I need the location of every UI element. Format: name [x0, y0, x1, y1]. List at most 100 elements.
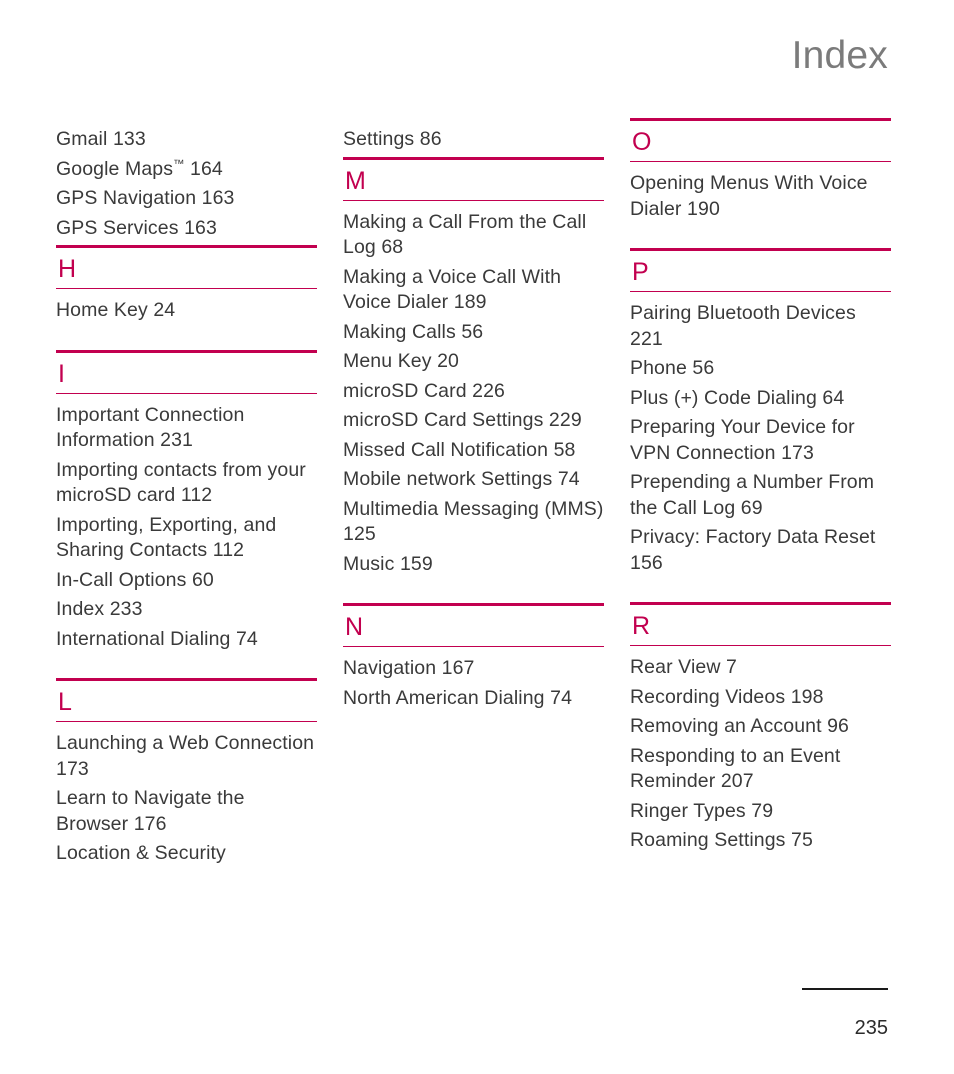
index-entry-text: Pairing Bluetooth Devices 221: [630, 302, 856, 350]
index-entry[interactable]: Mobile network Settings 74: [343, 467, 604, 493]
index-entry[interactable]: Opening Menus With Voice Dialer 190: [630, 171, 891, 222]
index-entry[interactable]: Preparing Your Device for VPN Connection…: [630, 415, 891, 466]
page-number: 235: [854, 1017, 888, 1039]
index-entry-list: Important Connection Information 231 Impo…: [56, 394, 317, 653]
index-entry-text: GPS Services 163: [56, 216, 217, 239]
index-entry-text: Navigation 167: [343, 657, 475, 679]
index-entry-text: Launching a Web Connection 173: [56, 732, 315, 780]
index-entry[interactable]: North American Dialing 74: [343, 686, 604, 712]
index-entry-text: Recording Videos 198: [630, 685, 824, 708]
index-entry[interactable]: Ringer Types 79: [630, 799, 891, 825]
index-entry-list: Launching a Web Connection 173 Learn to N…: [56, 722, 317, 867]
index-entry-text: Ringer Types 79: [630, 799, 774, 822]
index-entry-text: Importing, Exporting, and Sharing Contac…: [56, 513, 277, 562]
index-entry[interactable]: GPS Services 163: [56, 216, 317, 242]
letter-section-O: O Opening Menus With Voice Dialer 190: [630, 118, 891, 222]
index-entry-text: Making a Call From the Call Log 68: [343, 210, 587, 259]
index-entry-text: Responding to an Event Reminder 207: [630, 744, 841, 793]
index-entry-text: Google Maps: [56, 157, 174, 180]
index-entry-text: In-Call Options 60: [56, 568, 214, 591]
letter-section-L: L Launching a Web Connection 173 Learn to …: [56, 678, 317, 867]
index-entry[interactable]: Removing an Account 96: [630, 714, 891, 740]
letter-section-N: N Navigation 167 North American Dialing 74: [343, 603, 604, 711]
index-entries-continued: Gmail 133 Google Maps™ 164 GPS Navigation …: [56, 118, 317, 241]
index-entry[interactable]: Rear View 7: [630, 655, 891, 681]
index-entry-text: Making a Voice Call With Voice Dialer 18…: [343, 265, 562, 314]
index-entry[interactable]: Launching a Web Connection 173: [56, 731, 317, 782]
index-entry-text: Home Key 24: [56, 299, 176, 321]
index-entry-text: Rear View 7: [630, 656, 737, 678]
index-entry-text: International Dialing 74: [56, 627, 258, 650]
index-entry[interactable]: microSD Card Settings 229: [343, 408, 604, 434]
index-entry-text: Phone 56: [630, 357, 715, 379]
index-entry[interactable]: Multimedia Messaging (MMS) 125: [343, 497, 604, 548]
index-entry[interactable]: Navigation 167: [343, 656, 604, 682]
index-entry-text: Location & Security: [56, 842, 226, 864]
index-entry[interactable]: GPS Navigation 163: [56, 186, 317, 212]
index-entry-text: GPS Navigation 163: [56, 187, 235, 209]
index-entry-text: Importing contacts from your microSD car…: [56, 458, 306, 507]
index-entry[interactable]: Location & Security: [56, 841, 317, 867]
index-entry-text: Menu Key 20: [343, 350, 460, 372]
index-column-1: Gmail 133 Google Maps™ 164 GPS Navigation …: [56, 118, 317, 948]
index-entry[interactable]: Music 159: [343, 552, 604, 578]
index-entry-list: Navigation 167 North American Dialing 74: [343, 647, 604, 711]
page-footer: 235: [698, 988, 888, 1038]
index-entry[interactable]: Making Calls 56: [343, 320, 604, 346]
index-entry-text: Settings 86: [343, 128, 442, 150]
index-entry-text: microSD Card 226: [343, 379, 505, 402]
letter-heading-N: N: [345, 613, 364, 641]
letter-section-H: H Home Key 24: [56, 245, 317, 324]
index-entry[interactable]: Responding to an Event Reminder 207: [630, 744, 891, 795]
index-entry[interactable]: Plus (+) Code Dialing 64: [630, 386, 891, 412]
index-entry[interactable]: International Dialing 74: [56, 627, 317, 653]
letter-section-I: I Important Connection Information 231 Imp…: [56, 349, 317, 653]
index-entry[interactable]: Recording Videos 198: [630, 685, 891, 711]
index-entry-text: Privacy: Factory Data Reset 156: [630, 526, 876, 574]
trademark-mark: ™: [173, 158, 185, 170]
letter-heading-P: P: [632, 258, 649, 286]
index-entry-text: Important Connection Information 231: [56, 403, 245, 452]
index-entry-list: Home Key 24: [56, 289, 317, 324]
index-entries-continued: Settings 86: [343, 118, 604, 153]
index-entry[interactable]: In-Call Options 60: [56, 568, 317, 594]
index-entry[interactable]: Settings 86: [343, 127, 604, 153]
index-entry[interactable]: Missed Call Notification 58: [343, 438, 604, 464]
index-entry-text: microSD Card Settings 229: [343, 409, 582, 431]
index-entry-text: Opening Menus With Voice Dialer 190: [630, 172, 868, 220]
index-entry-text: Making Calls 56: [343, 320, 484, 343]
index-entry[interactable]: Important Connection Information 231: [56, 403, 317, 454]
index-entry[interactable]: Making a Voice Call With Voice Dialer 18…: [343, 265, 604, 316]
index-entry-page: 164: [184, 157, 223, 180]
index-entry[interactable]: Prepending a Number From the Call Log 69: [630, 470, 891, 521]
index-column-2: Settings 86 M Making a Call From the Call …: [343, 118, 604, 948]
index-columns: Gmail 133 Google Maps™ 164 GPS Navigation …: [56, 118, 891, 948]
index-entry[interactable]: Gmail 133: [56, 127, 317, 153]
letter-heading-L: L: [58, 688, 72, 716]
index-entry-text: Music 159: [343, 552, 433, 575]
index-entry[interactable]: Privacy: Factory Data Reset 156: [630, 525, 891, 576]
index-entry[interactable]: Index 233: [56, 597, 317, 623]
index-entry[interactable]: Making a Call From the Call Log 68: [343, 210, 604, 261]
letter-heading-R: R: [632, 612, 651, 640]
index-entry-text: Plus (+) Code Dialing 64: [630, 386, 845, 409]
index-entry[interactable]: microSD Card 226: [343, 379, 604, 405]
index-entry[interactable]: Learn to Navigate the Browser 176: [56, 786, 317, 837]
index-entry[interactable]: Menu Key 20: [343, 349, 604, 375]
index-entry[interactable]: Roaming Settings 75: [630, 828, 891, 854]
index-column-3: O Opening Menus With Voice Dialer 190 P Pai…: [630, 118, 891, 948]
index-entry-list: Settings 86: [343, 118, 604, 153]
index-entry-list: Making a Call From the Call Log 68 Making…: [343, 201, 604, 578]
letter-section-M: M Making a Call From the Call Log 68 Makin…: [343, 156, 604, 578]
letter-heading-M: M: [345, 166, 366, 195]
index-entry[interactable]: Importing, Exporting, and Sharing Contac…: [56, 513, 317, 564]
index-entry-text: Multimedia Messaging (MMS) 125: [343, 497, 604, 546]
letter-heading-O: O: [632, 128, 652, 156]
index-entry[interactable]: Home Key 24: [56, 298, 317, 324]
index-entry[interactable]: Pairing Bluetooth Devices 221: [630, 301, 891, 352]
index-entry[interactable]: Phone 56: [630, 356, 891, 382]
index-entry-text: Missed Call Notification 58: [343, 438, 576, 461]
index-entry[interactable]: Google Maps™ 164: [56, 157, 317, 183]
index-entry-text: Removing an Account 96: [630, 715, 850, 737]
index-entry[interactable]: Importing contacts from your microSD car…: [56, 458, 317, 509]
